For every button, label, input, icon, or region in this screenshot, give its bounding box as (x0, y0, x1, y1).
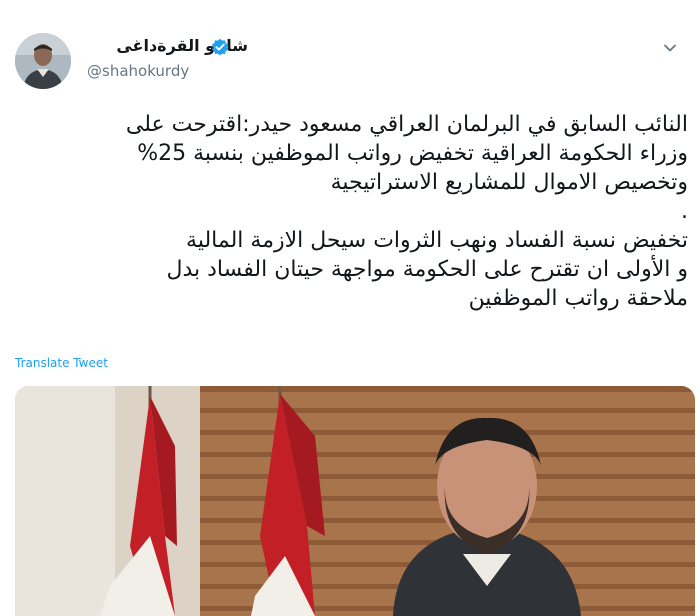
tweet-text-line: تخفيض نسبة الفساد ونهب الثروات سيحل الاز… (186, 228, 688, 253)
tweet-text-line: وزراء الحكومة العراقية تخفيض رواتب الموظ… (137, 141, 688, 166)
translate-tweet-link[interactable]: Translate Tweet (15, 356, 108, 370)
tweet-media-photo[interactable] (15, 386, 695, 616)
tweet-text-line: ملاحقة رواتب الموظفين (468, 286, 688, 311)
tweet-header: شاهو القرةداغى @shahokurdy (0, 0, 700, 100)
tweet-text-line: وتخصيص الاموال للمشاريع الاستراتيجية (330, 170, 688, 195)
media-image (15, 386, 695, 616)
tweet-text-line: . (681, 199, 688, 224)
verified-badge-icon (212, 38, 228, 56)
tweet-text: النائب السابق في البرلمان العراقي مسعود … (28, 110, 688, 313)
tweet-text-line: و الأولى ان تقترح على الحكومة مواجهة حيت… (166, 257, 688, 282)
chevron-down-icon[interactable] (662, 40, 678, 56)
avatar[interactable] (15, 33, 71, 89)
avatar-photo (15, 33, 71, 89)
tweet-text-line: النائب السابق في البرلمان العراقي مسعود … (125, 112, 688, 137)
author-handle[interactable]: @shahokurdy (87, 62, 189, 80)
